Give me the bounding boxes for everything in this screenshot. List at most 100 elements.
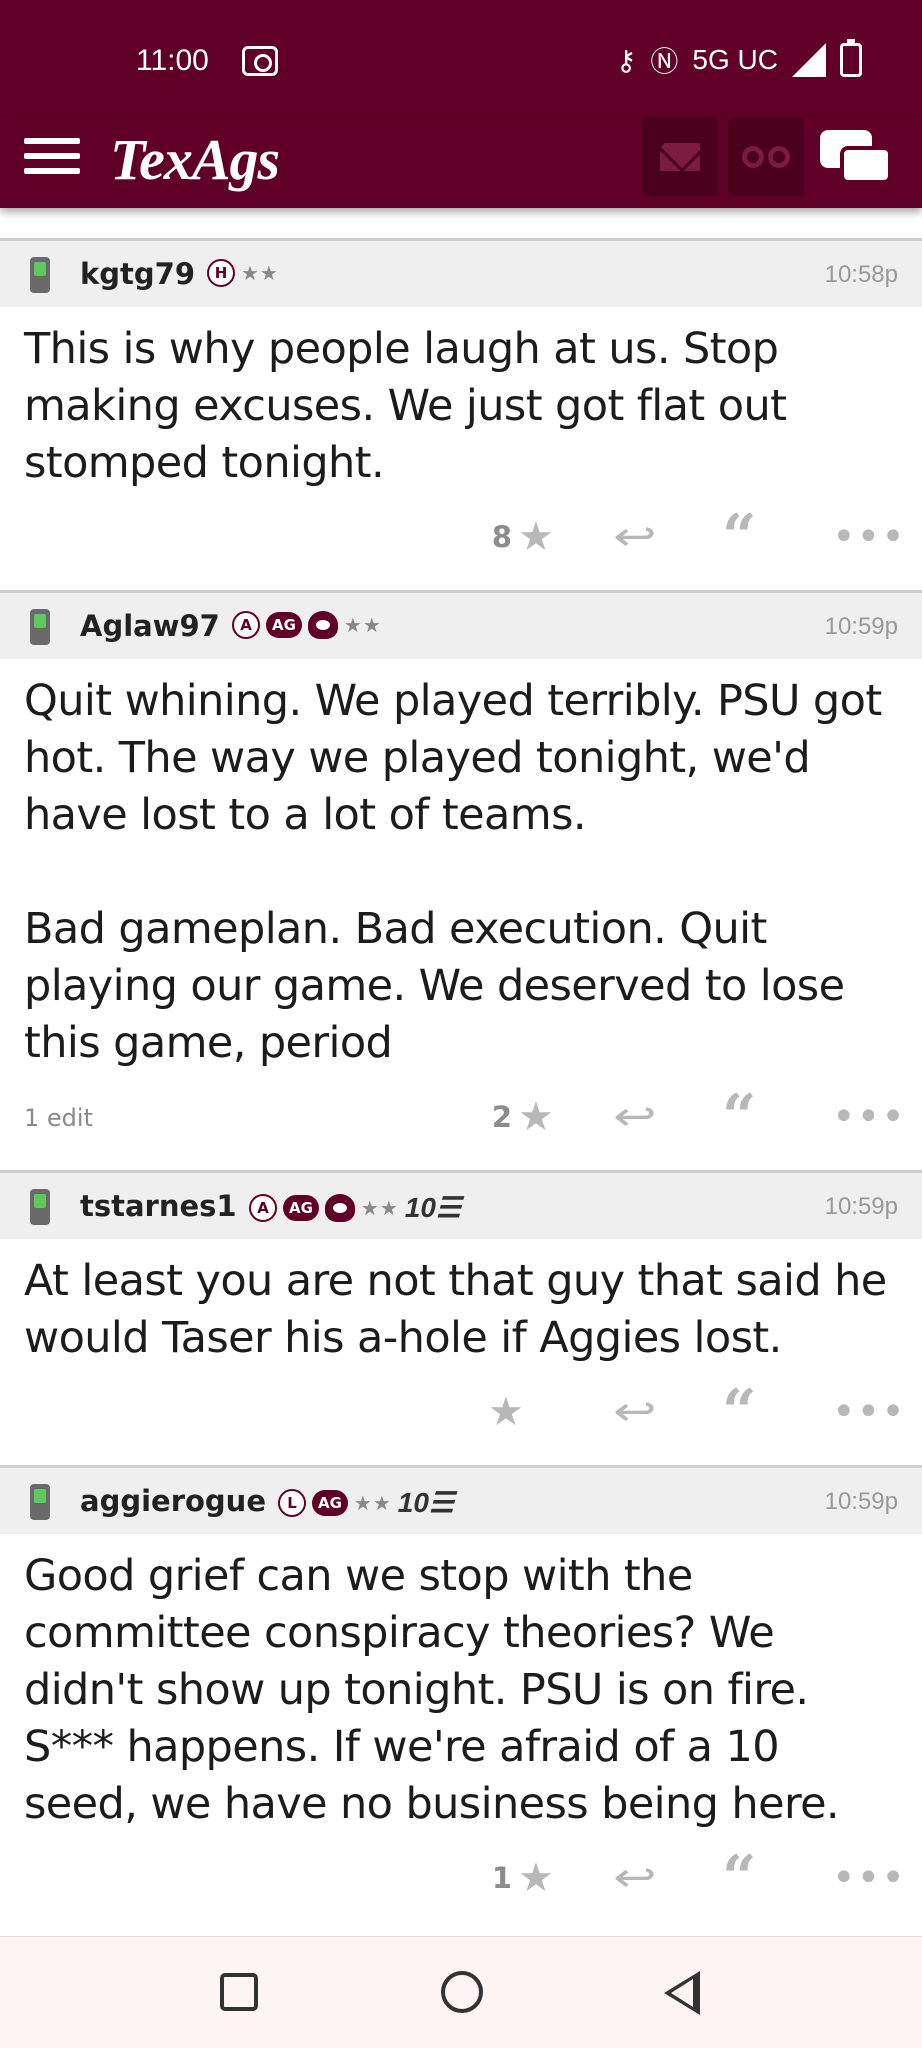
screen-record-icon xyxy=(242,46,278,76)
reply-button[interactable]: ↩ xyxy=(613,512,657,562)
post-header: kgtg79 H ★★ 10:58p xyxy=(0,241,922,307)
reply-icon: ↩ xyxy=(612,1855,657,1901)
reply-icon: ↩ xyxy=(612,1094,657,1140)
more-button[interactable]: ••• xyxy=(832,1853,906,1903)
network-label: 5G UC xyxy=(692,44,778,75)
more-button[interactable]: ••• xyxy=(832,1092,906,1142)
star-icon: ★ xyxy=(518,514,554,560)
helmet-icon[interactable] xyxy=(324,1193,355,1222)
username[interactable]: aggierogue xyxy=(80,1484,266,1518)
user-badges: A AG ★★ xyxy=(232,611,382,639)
edit-count[interactable]: 1 edit xyxy=(24,1104,93,1132)
ag-badge[interactable]: AG xyxy=(266,612,302,638)
post-body: Quit whining. We played terribly. PSU go… xyxy=(0,659,922,1072)
user-badge[interactable]: A xyxy=(232,611,260,639)
post-header: tstarnes1 A AG ★★ 10☰ 10:59p xyxy=(0,1173,922,1239)
star-button[interactable]: 1 ★ xyxy=(488,1853,554,1903)
menu-icon[interactable] xyxy=(24,132,80,184)
chat-icon[interactable] xyxy=(820,124,896,194)
ten-badge[interactable]: 10☰ xyxy=(405,1191,461,1224)
watch-button[interactable] xyxy=(728,118,804,196)
reply-button[interactable]: ↩ xyxy=(613,1092,657,1142)
quote-button[interactable]: “ xyxy=(722,1087,757,1147)
back-icon[interactable] xyxy=(664,1971,700,2015)
quote-button[interactable]: “ xyxy=(722,1382,757,1442)
post-text: This is why people laugh at us. Stop mak… xyxy=(24,324,800,488)
texags-logo[interactable]: TexAgs xyxy=(110,126,280,193)
post-text: Good grief can we stop with the committe… xyxy=(24,1551,840,1829)
mail-icon xyxy=(660,143,700,171)
star-icon: ★ xyxy=(488,1389,524,1435)
rank-stars: ★★ xyxy=(343,613,382,637)
mobile-phone-icon xyxy=(30,1484,50,1520)
reply-icon: ↩ xyxy=(612,514,657,560)
post-text: Quit whining. We played terribly. PSU go… xyxy=(24,676,882,1068)
post-text: At least you are not that guy that said … xyxy=(24,1256,900,1363)
ag-badge[interactable]: AG xyxy=(283,1194,319,1221)
status-time: 11:00 xyxy=(136,44,209,77)
post-body: At least you are not that guy that said … xyxy=(0,1239,922,1367)
post-time: 10:59p xyxy=(824,613,898,640)
quote-button[interactable]: “ xyxy=(722,1848,757,1908)
ten-badge[interactable]: 10☰ xyxy=(398,1486,454,1519)
post-time: 10:58p xyxy=(824,261,898,288)
post-actions: 1 edit 2 ★ ↩ “ ••• xyxy=(0,1072,922,1170)
mobile-phone-icon xyxy=(30,1189,50,1225)
post-body: This is why people laugh at us. Stop mak… xyxy=(0,307,922,492)
key-icon: ⚷ xyxy=(615,44,637,76)
post-header: aggierogue L AG ★★ 10☰ 10:59p xyxy=(0,1468,922,1534)
system-nav-bar xyxy=(0,1936,922,2048)
user-badge[interactable]: L xyxy=(278,1488,306,1517)
status-bar: 11:00 ⚷ Ⓝ 5G UC xyxy=(0,0,922,118)
more-button[interactable]: ••• xyxy=(832,512,906,562)
thread-feed: kgtg79 H ★★ 10:58p This is why people lau… xyxy=(0,238,922,1931)
more-icon: ••• xyxy=(832,514,906,560)
star-button[interactable]: 2 ★ xyxy=(488,1092,554,1142)
rank-stars: ★★ xyxy=(353,1490,392,1515)
reply-button[interactable]: ↩ xyxy=(613,1853,657,1903)
user-badges: A AG ★★ 10☰ xyxy=(249,1191,461,1224)
star-button[interactable]: ★ xyxy=(488,1387,524,1437)
star-count: 2 xyxy=(491,1100,512,1134)
more-button[interactable]: ••• xyxy=(832,1387,906,1437)
quote-icon: “ xyxy=(722,1843,757,1913)
nfc-icon: Ⓝ xyxy=(650,46,679,77)
mobile-phone-icon xyxy=(30,257,50,293)
user-badge[interactable]: H xyxy=(207,259,235,287)
recents-icon[interactable] xyxy=(220,1973,258,2011)
more-icon: ••• xyxy=(832,1389,906,1435)
post: aggierogue L AG ★★ 10☰ 10:59p Good grief ca… xyxy=(0,1465,922,1931)
quote-button[interactable]: “ xyxy=(722,507,757,567)
ag-badge[interactable]: AG xyxy=(312,1489,348,1516)
quote-icon: “ xyxy=(722,1082,757,1152)
post-time: 10:59p xyxy=(824,1193,898,1220)
username[interactable]: tstarnes1 xyxy=(80,1189,237,1223)
star-count: 8 xyxy=(491,520,512,554)
star-icon: ★ xyxy=(518,1094,554,1140)
reply-button[interactable]: ↩ xyxy=(613,1387,657,1437)
more-icon: ••• xyxy=(832,1094,906,1140)
user-badge[interactable]: A xyxy=(249,1193,277,1222)
rank-stars: ★★ xyxy=(241,261,279,285)
user-badges: H ★★ xyxy=(207,259,279,287)
signal-icon xyxy=(792,43,826,77)
home-icon[interactable] xyxy=(441,1971,483,2013)
binoculars-icon xyxy=(742,146,790,168)
post: Aglaw97 A AG ★★ 10:59p Quit whining. We pl… xyxy=(0,590,922,1170)
helmet-icon[interactable] xyxy=(307,611,338,639)
star-count: 1 xyxy=(491,1861,512,1895)
username[interactable]: kgtg79 xyxy=(80,257,195,291)
star-button[interactable]: 8 ★ xyxy=(488,512,554,562)
post-actions: 8 ★ ↩ “ ••• xyxy=(0,492,922,590)
username[interactable]: Aglaw97 xyxy=(80,609,220,643)
more-icon: ••• xyxy=(832,1855,906,1901)
post: kgtg79 H ★★ 10:58p This is why people lau… xyxy=(0,238,922,590)
messages-button[interactable] xyxy=(642,118,718,196)
quote-icon: “ xyxy=(722,1377,757,1447)
post-body: Good grief can we stop with the committe… xyxy=(0,1534,922,1833)
status-icons: ⚷ Ⓝ 5G UC xyxy=(615,39,862,80)
user-badges: L AG ★★ 10☰ xyxy=(278,1486,454,1519)
post-time: 10:59p xyxy=(824,1488,898,1515)
post-header: Aglaw97 A AG ★★ 10:59p xyxy=(0,593,922,659)
post-actions: ★ ↩ “ ••• xyxy=(0,1367,922,1465)
